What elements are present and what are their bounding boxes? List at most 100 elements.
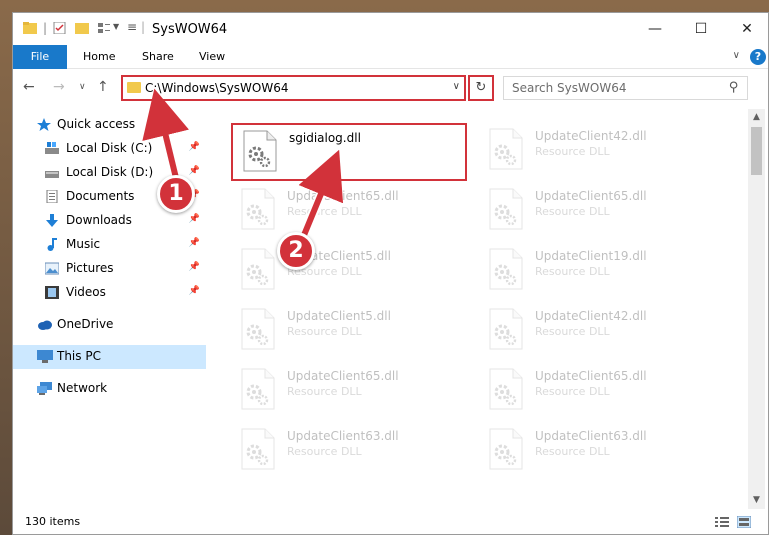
tab-home[interactable]: Home xyxy=(73,45,125,69)
download-icon xyxy=(46,214,58,227)
sidebar-item-label: Pictures xyxy=(66,261,114,275)
file-item[interactable]: UpdateClient65.dll Resource DLL xyxy=(479,363,715,421)
file-name: UpdateClient63.dll xyxy=(535,429,647,443)
refresh-icon: ↻ xyxy=(475,80,487,95)
sidebar-item-onedrive[interactable]: OneDrive xyxy=(13,313,206,337)
file-item[interactable]: UpdateClient19.dll Resource DLL xyxy=(479,243,715,301)
tab-view[interactable]: View xyxy=(189,45,235,69)
explorer-window: | ▼ ≡ | SysWOW64 — ☐ ✕ File Home Share V… xyxy=(12,12,769,535)
address-bar[interactable]: C:\Windows\SysWOW64 ∨ xyxy=(121,75,466,101)
sidebar-item-network[interactable]: Network xyxy=(13,377,206,401)
pin-toolbar-icon[interactable]: ≡ xyxy=(127,20,137,34)
separator: | xyxy=(43,21,48,35)
maximize-icon: ☐ xyxy=(694,21,708,37)
dll-file-icon xyxy=(241,308,275,350)
scroll-down-icon[interactable]: ▼ xyxy=(748,492,765,509)
pin-icon[interactable]: 📌 xyxy=(189,238,200,248)
file-item[interactable]: UpdateClient5.dll Resource DLL xyxy=(231,243,467,301)
sidebar-item-label: Local Disk (C:) xyxy=(66,141,153,155)
videos-icon xyxy=(45,286,59,299)
file-type: Resource DLL xyxy=(287,385,362,398)
close-button[interactable]: ✕ xyxy=(724,13,768,45)
file-name: UpdateClient65.dll xyxy=(535,369,647,383)
sidebar-item-label: Videos xyxy=(66,285,106,299)
dll-file-icon xyxy=(243,130,277,172)
sidebar-item-label: OneDrive xyxy=(57,317,114,331)
forward-arrow-icon[interactable]: → xyxy=(53,79,65,95)
large-icons-view-icon[interactable] xyxy=(737,516,751,528)
pin-icon[interactable]: 📌 xyxy=(189,262,200,272)
file-type: Resource DLL xyxy=(535,205,610,218)
tab-share[interactable]: Share xyxy=(132,45,184,69)
refresh-button[interactable]: ↻ xyxy=(468,75,494,101)
close-icon: ✕ xyxy=(741,21,753,37)
file-name: UpdateClient42.dll xyxy=(535,129,647,143)
file-item[interactable]: UpdateClient42.dll Resource DLL xyxy=(479,123,715,181)
file-item[interactable]: UpdateClient65.dll Resource DLL xyxy=(479,183,715,241)
sidebar-item-label: Local Disk (D:) xyxy=(66,165,154,179)
sidebar-item-label: Quick access xyxy=(57,117,136,131)
file-item[interactable]: UpdateClient65.dll Resource DLL xyxy=(231,183,467,241)
sidebar-item-local-disk-c[interactable]: Local Disk (C:) 📌 xyxy=(13,137,206,161)
ribbon-tabs: File Home Share View ∨ ? xyxy=(13,45,768,69)
sidebar-item-this-pc[interactable]: This PC xyxy=(13,345,206,369)
pin-icon[interactable]: 📌 xyxy=(189,166,200,176)
properties-icon[interactable] xyxy=(53,22,67,34)
documents-icon xyxy=(46,190,58,203)
file-item[interactable]: UpdateClient42.dll Resource DLL xyxy=(479,303,715,361)
maximize-button[interactable]: ☐ xyxy=(678,13,724,45)
new-folder-icon[interactable] xyxy=(75,22,89,34)
recent-locations-icon[interactable]: ∨ xyxy=(79,82,86,92)
folder-icon xyxy=(23,22,37,34)
dll-file-icon xyxy=(489,308,523,350)
file-name: UpdateClient65.dll xyxy=(287,189,399,203)
file-item[interactable]: UpdateClient63.dll Resource DLL xyxy=(231,423,467,481)
search-icon: ⚲ xyxy=(729,80,739,95)
file-item[interactable]: UpdateClient63.dll Resource DLL xyxy=(479,423,715,481)
search-placeholder: Search SysWOW64 xyxy=(512,81,627,95)
network-icon xyxy=(37,382,52,395)
sidebar-item-pictures[interactable]: Pictures 📌 xyxy=(13,257,206,281)
expand-ribbon-icon[interactable]: ∨ xyxy=(733,50,740,61)
dll-file-icon xyxy=(241,428,275,470)
file-name: UpdateClient5.dll xyxy=(287,309,391,323)
search-input[interactable]: Search SysWOW64 ⚲ xyxy=(503,76,748,100)
help-button[interactable]: ? xyxy=(750,49,766,65)
sidebar-item-quick-access[interactable]: Quick access xyxy=(13,113,206,137)
tab-file[interactable]: File xyxy=(13,45,67,69)
minimize-icon: — xyxy=(648,21,662,37)
title-bar: | ▼ ≡ | SysWOW64 — ☐ ✕ xyxy=(13,13,768,45)
minimize-button[interactable]: — xyxy=(632,13,678,45)
sidebar-item-videos[interactable]: Videos 📌 xyxy=(13,281,206,305)
sidebar-item-label: Documents xyxy=(66,189,135,203)
sidebar-item-music[interactable]: Music 📌 xyxy=(13,233,206,257)
file-type: Resource DLL xyxy=(535,385,610,398)
pin-icon[interactable]: 📌 xyxy=(189,142,200,152)
details-view-icon[interactable] xyxy=(715,516,729,528)
file-type: Resource DLL xyxy=(287,205,362,218)
dll-file-icon xyxy=(241,368,275,410)
music-icon xyxy=(47,238,57,251)
dll-file-icon xyxy=(241,248,275,290)
navigation-pane: Quick access Local Disk (C:) 📌 Local Dis… xyxy=(13,109,206,509)
chevron-down-icon[interactable]: ∨ xyxy=(453,81,460,92)
back-arrow-icon[interactable]: ← xyxy=(23,79,35,95)
address-path: C:\Windows\SysWOW64 xyxy=(145,81,289,95)
pin-icon[interactable]: 📌 xyxy=(189,214,200,224)
vertical-scrollbar[interactable]: ▲ ▼ xyxy=(748,109,765,509)
file-item[interactable]: UpdateClient5.dll Resource DLL xyxy=(231,303,467,361)
file-item[interactable]: UpdateClient65.dll Resource DLL xyxy=(231,363,467,421)
dll-file-icon xyxy=(489,128,523,170)
scroll-thumb[interactable] xyxy=(751,127,762,175)
up-arrow-icon[interactable]: ↑ xyxy=(97,79,109,95)
status-bar: 130 items xyxy=(13,509,768,534)
scroll-up-icon[interactable]: ▲ xyxy=(748,109,765,126)
file-item-sgidialog[interactable]: sgidialog.dll xyxy=(231,123,467,181)
file-type: Resource DLL xyxy=(287,445,362,458)
file-name: sgidialog.dll xyxy=(289,131,361,145)
customize-icon[interactable] xyxy=(97,22,111,34)
chevron-down-icon[interactable]: ▼ xyxy=(113,22,119,31)
file-type: Resource DLL xyxy=(535,325,610,338)
pin-icon[interactable]: 📌 xyxy=(189,286,200,296)
step-badge-1: 1 xyxy=(157,175,195,213)
